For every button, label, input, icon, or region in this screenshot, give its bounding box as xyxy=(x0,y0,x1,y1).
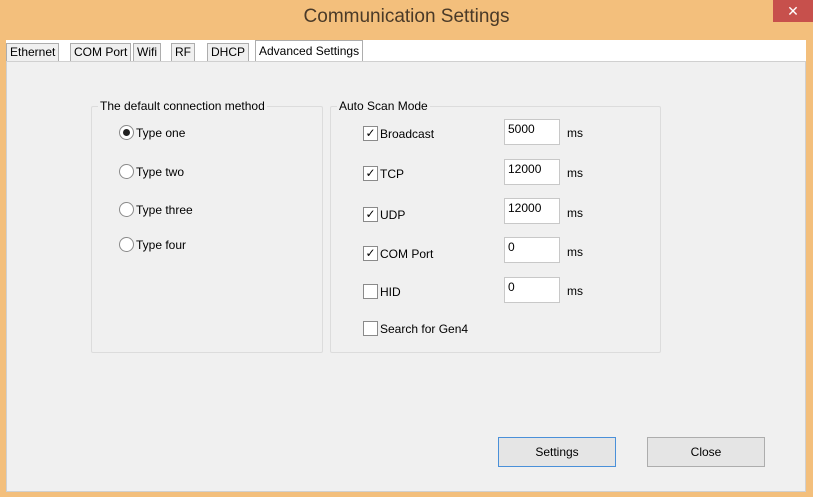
radio-button[interactable] xyxy=(119,237,134,253)
hid-interval-input[interactable]: 0 xyxy=(504,277,560,303)
window-title: Communication Settings xyxy=(303,6,510,27)
tab-ethernet[interactable]: Ethernet xyxy=(6,43,60,62)
checkbox[interactable] xyxy=(363,284,378,300)
checkbox-broadcast[interactable]: ✓ Broadcast xyxy=(363,124,434,142)
checkbox-tcp[interactable]: ✓ TCP xyxy=(363,164,404,182)
radio-label: Type three xyxy=(136,202,193,217)
radio-label: Type two xyxy=(136,164,185,179)
checkbox[interactable]: ✓ xyxy=(363,246,378,262)
advanced-settings-panel: The default connection method Type one T… xyxy=(6,61,806,492)
tcp-unit: ms xyxy=(567,166,583,180)
tab-wifi[interactable]: Wifi xyxy=(133,43,161,62)
tab-rf[interactable]: RF xyxy=(171,43,195,62)
settings-button[interactable]: Settings xyxy=(498,437,616,467)
tab-advanced-settings[interactable]: Advanced Settings xyxy=(255,40,364,62)
radio-type-three[interactable]: Type three xyxy=(119,200,193,218)
checkbox[interactable]: ✓ xyxy=(363,166,378,182)
checkbox[interactable]: ✓ xyxy=(363,207,378,223)
radio-label: Type one xyxy=(136,125,186,140)
tcp-interval-input[interactable]: 12000 xyxy=(504,159,560,185)
checkbox-label: Search for Gen4 xyxy=(380,321,469,336)
radio-type-four[interactable]: Type four xyxy=(119,235,186,253)
auto-scan-group: Auto Scan Mode xyxy=(330,99,661,353)
udp-interval-input[interactable]: 12000 xyxy=(504,198,560,224)
radio-button[interactable] xyxy=(119,125,134,141)
checkbox-label: COM Port xyxy=(380,246,434,261)
checkbox-search-gen4[interactable]: Search for Gen4 xyxy=(363,319,468,337)
radio-button[interactable] xyxy=(119,164,134,180)
checkbox-com-port[interactable]: ✓ COM Port xyxy=(363,244,433,262)
broadcast-unit: ms xyxy=(567,126,583,140)
title-bar[interactable]: Communication Settings ✕ xyxy=(0,0,813,38)
broadcast-interval-input[interactable]: 5000 xyxy=(504,119,560,145)
auto-scan-title: Auto Scan Mode xyxy=(337,99,430,113)
client-area: Ethernet COM Port Wifi RF DHCP Advanced … xyxy=(6,40,806,492)
com-port-interval-input[interactable]: 0 xyxy=(504,237,560,263)
com-port-unit: ms xyxy=(567,245,583,259)
radio-label: Type four xyxy=(136,237,187,252)
checkbox[interactable] xyxy=(363,321,378,337)
checkbox-label: HID xyxy=(380,284,401,299)
checkbox-label: Broadcast xyxy=(380,126,435,141)
tab-dhcp[interactable]: DHCP xyxy=(207,43,250,62)
radio-type-two[interactable]: Type two xyxy=(119,162,184,180)
checkbox-label: UDP xyxy=(380,207,406,222)
connection-method-title: The default connection method xyxy=(98,99,267,113)
tab-com-port[interactable]: COM Port xyxy=(70,43,132,62)
udp-unit: ms xyxy=(567,206,583,220)
checkbox-label: TCP xyxy=(380,166,404,181)
dialog-window: Communication Settings ✕ Ethernet COM Po… xyxy=(0,0,813,497)
close-window-button[interactable]: ✕ xyxy=(773,0,813,22)
hid-unit: ms xyxy=(567,284,583,298)
close-icon: ✕ xyxy=(787,3,799,19)
checkbox[interactable]: ✓ xyxy=(363,126,378,142)
radio-type-one[interactable]: Type one xyxy=(119,123,185,141)
close-button[interactable]: Close xyxy=(647,437,765,467)
radio-button[interactable] xyxy=(119,202,134,218)
tab-strip: Ethernet COM Port Wifi RF DHCP Advanced … xyxy=(6,40,806,62)
checkbox-hid[interactable]: HID xyxy=(363,282,401,300)
connection-method-group: The default connection method xyxy=(91,99,323,353)
checkbox-udp[interactable]: ✓ UDP xyxy=(363,205,405,223)
